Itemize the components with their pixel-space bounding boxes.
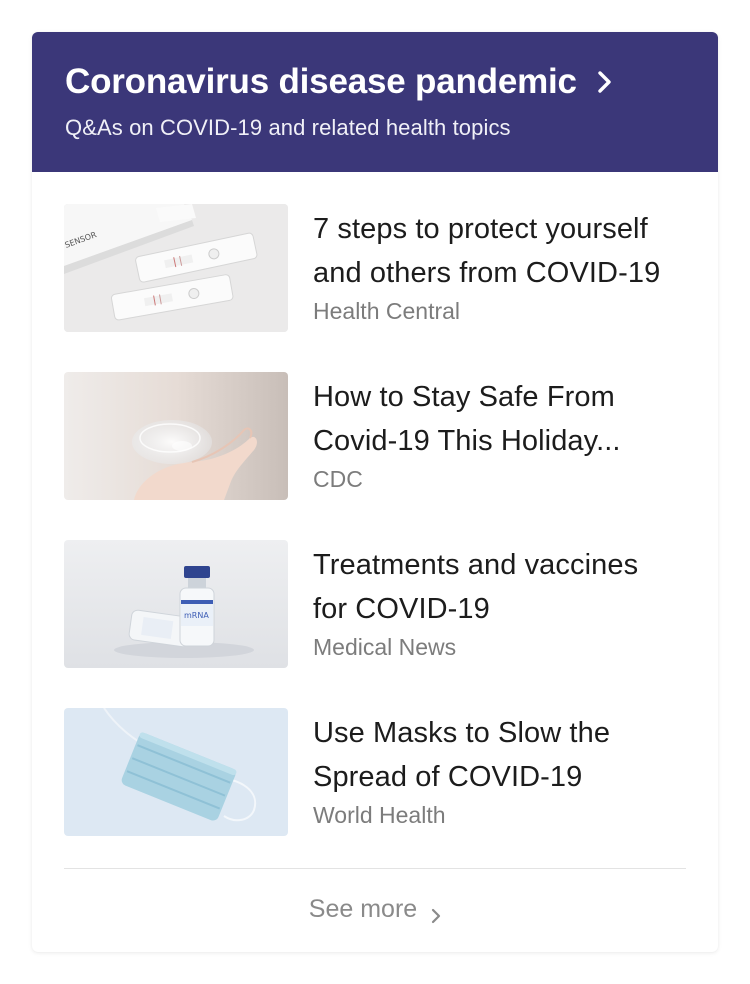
article-text: Use Masks to Slow the Spread of COVID-19… <box>313 708 610 836</box>
svg-text:mRNA: mRNA <box>184 611 209 620</box>
surgical-mask-image <box>64 708 288 836</box>
article-title: Treatments and vaccines for COVID-19 <box>313 543 638 631</box>
article-title: 7 steps to protect yourself and others f… <box>313 207 660 295</box>
article-title-line: 7 steps to protect yourself <box>313 213 648 245</box>
article-source: CDC <box>313 466 363 492</box>
chevron-right-icon <box>597 71 613 93</box>
article-source: Medical News <box>313 634 457 660</box>
article-title-line: Use Masks to Slow the <box>313 717 611 749</box>
see-more-link[interactable]: See more <box>32 894 718 924</box>
covid-news-card: Coronavirus disease pandemic Q&As on COV… <box>32 32 718 952</box>
article-text: Treatments and vaccines for COVID-19 Med… <box>313 540 638 668</box>
article-item[interactable]: mRNA Treatments and vaccines for COVID-1… <box>64 540 686 668</box>
mrna-vaccine-vials-image: mRNA <box>64 540 288 668</box>
article-item[interactable]: Use Masks to Slow the Spread of COVID-19… <box>64 708 686 836</box>
rapid-test-kit-image: SENSOR <box>64 204 288 332</box>
article-title-line: for COVID-19 <box>313 593 490 625</box>
chevron-right-icon <box>431 901 441 924</box>
article-item[interactable]: SENSOR 7 steps to protect yourself and o… <box>64 204 686 332</box>
see-more-label: See more <box>308 895 418 923</box>
header-subtitle: Q&As on COVID-19 and related health topi… <box>65 115 511 140</box>
article-title-line: Covid-19 This Holiday... <box>313 425 621 457</box>
article-item[interactable]: How to Stay Safe From Covid-19 This Holi… <box>64 372 686 500</box>
article-title-line: and others from COVID-19 <box>313 257 661 289</box>
article-text: How to Stay Safe From Covid-19 This Holi… <box>313 372 621 500</box>
divider <box>64 868 686 869</box>
article-text: 7 steps to protect yourself and others f… <box>313 204 660 332</box>
header-title: Coronavirus disease pandemic <box>65 62 577 101</box>
header-title-link[interactable]: Coronavirus disease pandemic <box>65 62 686 102</box>
article-title: How to Stay Safe From Covid-19 This Holi… <box>313 375 621 463</box>
article-title-line: Spread of COVID-19 <box>313 761 583 793</box>
hand-sanitizer-gel-image <box>64 372 288 500</box>
article-source: Health Central <box>313 298 461 324</box>
article-title-line: Treatments and vaccines <box>313 549 639 581</box>
article-title-line: How to Stay Safe From <box>313 381 615 413</box>
article-title: Use Masks to Slow the Spread of COVID-19 <box>313 711 610 799</box>
article-source: World Health <box>313 802 446 828</box>
card-header[interactable]: Coronavirus disease pandemic Q&As on COV… <box>32 32 718 172</box>
